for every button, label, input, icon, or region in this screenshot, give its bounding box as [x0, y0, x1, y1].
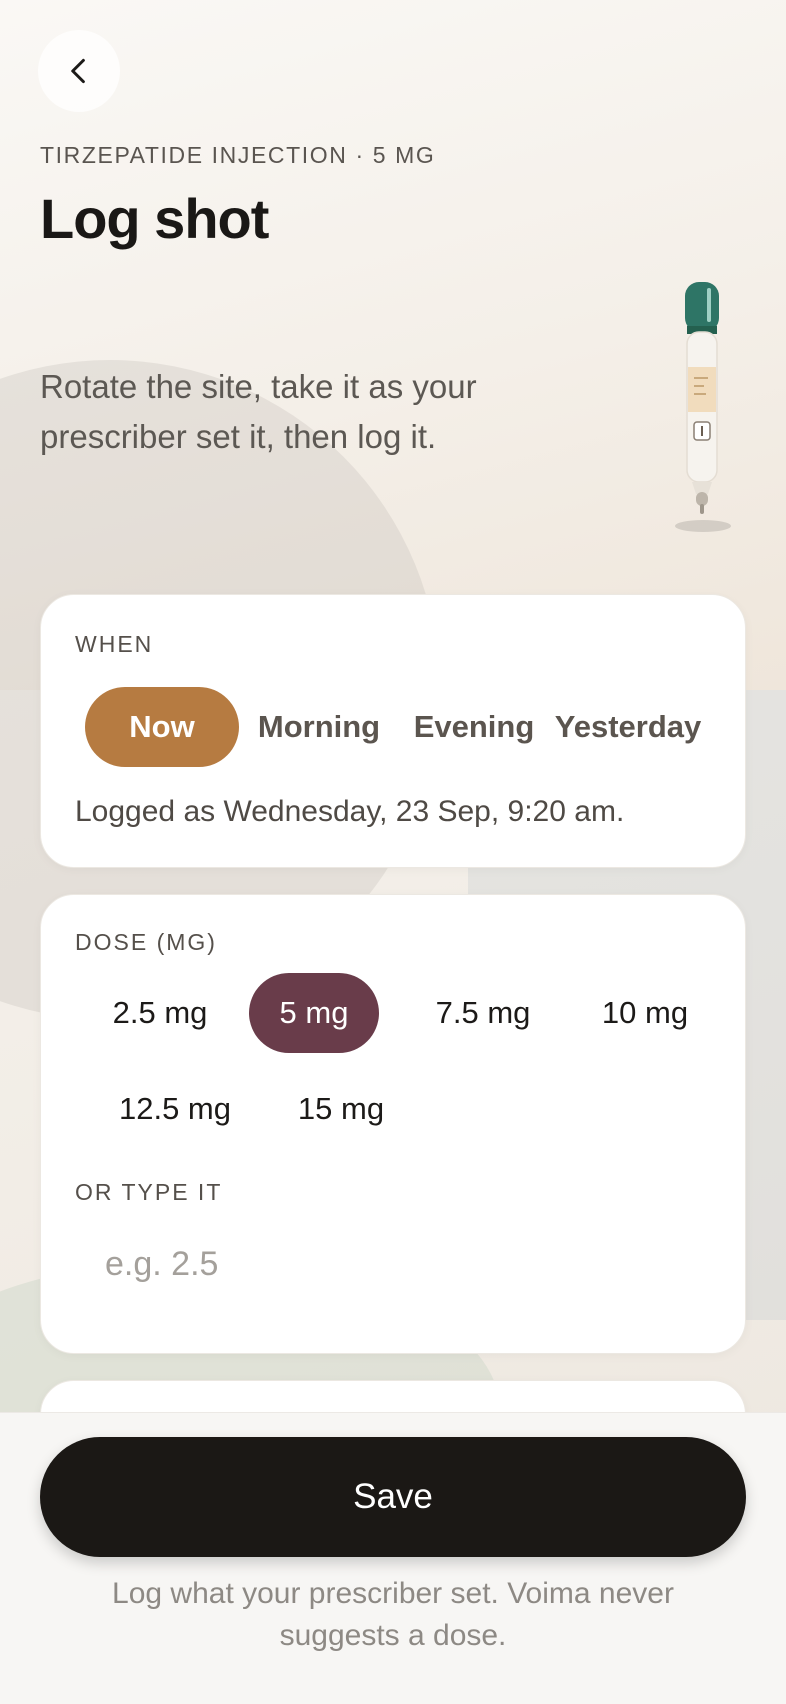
dose-input[interactable]: [65, 1219, 705, 1309]
when-option-morning[interactable]: Morning: [239, 687, 399, 767]
disclaimer-text: Log what your prescriber set. Voima neve…: [112, 1577, 674, 1652]
dose-option-10[interactable]: 10 mg: [575, 973, 715, 1053]
dose-option-15[interactable]: 15 mg: [271, 1069, 411, 1149]
save-button[interactable]: Save: [40, 1437, 746, 1557]
page-title: Log shot: [40, 187, 269, 250]
medication-eyebrow: TIRZEPATIDE INJECTION · 5 MG: [40, 142, 436, 168]
injection-pen-illustration: [675, 282, 731, 532]
dose-label: DOSE (MG): [75, 929, 217, 955]
dose-card: DOSE (MG) 2.5 mg 5 mg 7.5 mg 10 mg 12.5 …: [40, 894, 746, 1354]
chevron-left-icon: [71, 58, 85, 84]
dose-option-5[interactable]: 5 mg: [249, 973, 379, 1053]
intro-text: Rotate the site, take it as your prescri…: [40, 368, 477, 455]
logged-as-text: Logged as Wednesday, 23 Sep, 9:20 am.: [75, 795, 625, 828]
when-card: WHEN Now Morning Evening Yesterday Logge…: [40, 594, 746, 868]
when-label: WHEN: [75, 631, 154, 657]
when-option-yesterday[interactable]: Yesterday: [549, 687, 707, 767]
when-option-now[interactable]: Now: [85, 687, 239, 767]
when-options: Now Morning Evening Yesterday: [85, 687, 707, 767]
type-it-label: OR TYPE IT: [75, 1179, 223, 1205]
dose-option-2-5[interactable]: 2.5 mg: [95, 973, 225, 1053]
dose-option-12-5[interactable]: 12.5 mg: [95, 1069, 255, 1149]
dose-option-7-5[interactable]: 7.5 mg: [403, 973, 563, 1053]
back-button[interactable]: [38, 30, 120, 112]
bottom-bar: Save Log what your prescriber set. Voima…: [0, 1412, 786, 1704]
when-option-evening[interactable]: Evening: [399, 687, 549, 767]
